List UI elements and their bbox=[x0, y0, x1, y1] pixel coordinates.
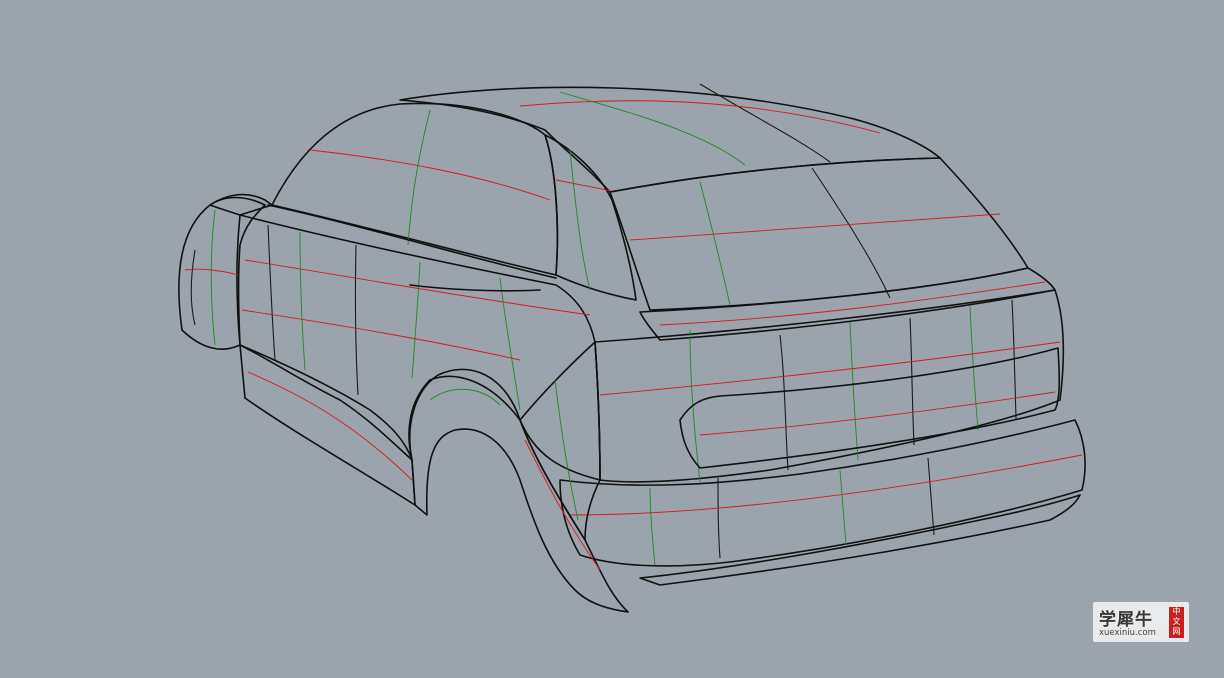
3d-viewport[interactable]: 学犀牛 xuexiniu.com 中文网 bbox=[0, 0, 1224, 678]
c-pillar bbox=[544, 134, 637, 301]
rear-hatch bbox=[594, 289, 1065, 483]
car-model-render[interactable] bbox=[0, 0, 1224, 678]
watermark-seal: 中文网 bbox=[1169, 607, 1184, 638]
rear-spoiler-band bbox=[639, 267, 1056, 341]
rear-window bbox=[609, 157, 1029, 311]
side-window bbox=[271, 102, 559, 276]
site-watermark: 学犀牛 xuexiniu.com 中文网 bbox=[1093, 602, 1189, 642]
rear-bumper bbox=[559, 419, 1086, 567]
roof-panel bbox=[399, 86, 941, 193]
side-body bbox=[236, 214, 601, 481]
watermark-url: xuexiniu.com bbox=[1099, 628, 1156, 638]
side-sill bbox=[239, 344, 416, 506]
watermark-title: 学犀牛 bbox=[1099, 610, 1153, 630]
